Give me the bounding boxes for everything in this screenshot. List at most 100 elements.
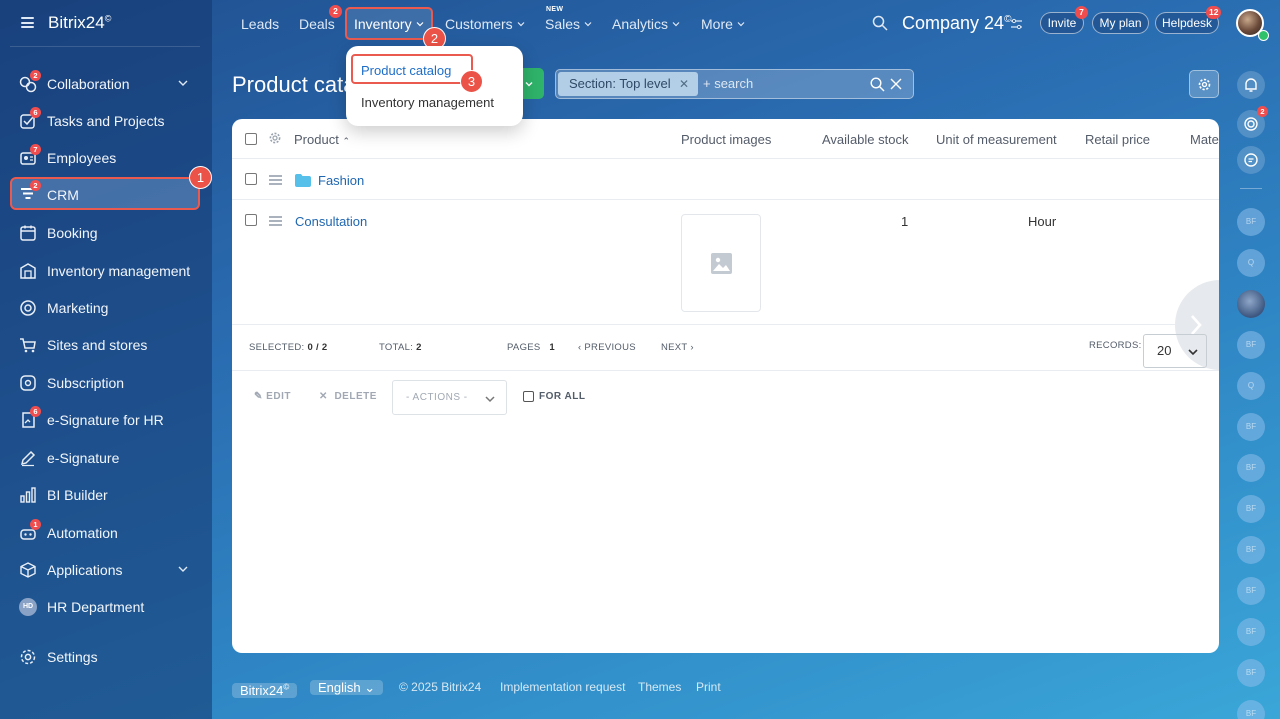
bell-icon[interactable] [1237,71,1265,99]
topnav-more[interactable]: More [701,16,745,32]
edit-button[interactable]: ✎ EDIT [254,391,291,402]
contact-avatar[interactable]: BF [1237,208,1265,236]
settings-button[interactable] [1189,70,1219,98]
sidebar-item-e-signature[interactable]: e-Signature [10,441,200,474]
product-image-placeholder[interactable] [681,214,761,312]
table-row[interactable]: Fashion [232,159,1219,200]
sliders-icon[interactable] [1010,18,1023,30]
select-all-checkbox[interactable] [245,133,257,145]
previous-page-button[interactable]: ‹ PREVIOUS [578,342,636,353]
contact-avatar[interactable]: BF [1237,659,1265,687]
sidebar-item-tasks[interactable]: 6 Tasks and Projects [10,104,200,137]
for-all-label[interactable]: FOR ALL [539,391,585,402]
contact-avatar[interactable]: BF [1237,495,1265,523]
sidebar-item-bi-builder[interactable]: BI Builder [10,478,200,511]
close-icon[interactable]: ✕ [679,72,689,96]
column-header-product-images[interactable]: Product images [681,132,771,147]
column-header-retail-price[interactable]: Retail price [1085,132,1150,147]
table-row[interactable]: Consultation 1 Hour [232,200,1219,370]
delete-button[interactable]: ✕ DELETE [319,391,377,402]
topnav-analytics[interactable]: Analytics [612,16,680,32]
step-marker-3: 3 [460,70,483,93]
contact-avatar[interactable] [1237,290,1265,318]
available-stock-value: 1 [901,214,909,229]
sidebar-item-subscription[interactable]: Subscription [10,366,200,399]
themes-link[interactable]: Themes [638,676,681,699]
sidebar-item-e-signature-hr[interactable]: 6 e-Signature for HR [10,403,200,436]
menu-item-product-catalog[interactable]: Product catalog [361,63,451,78]
chat-icon[interactable] [1237,146,1265,174]
sidebar-item-label: HR Department [47,599,145,615]
gear-icon [1198,78,1211,91]
search-icon[interactable] [872,15,888,31]
sidebar-item-label: Sites and stores [47,337,148,353]
row-checkbox[interactable] [245,173,257,185]
contact-avatar[interactable]: Q [1237,249,1265,277]
sidebar-item-settings[interactable]: Settings [10,640,200,673]
topnav-customers[interactable]: Customers [445,16,525,32]
sidebar-item-collaboration[interactable]: 2 Collaboration [10,67,200,100]
selected-count: SELECTED: 0 / 2 [249,342,328,353]
topnav-deals[interactable]: Deals [299,16,335,32]
records-per-page-select[interactable]: 20 [1143,334,1207,368]
sidebar-item-inventory-management[interactable]: Inventory management [10,254,200,287]
contact-avatar[interactable]: BF [1237,577,1265,605]
sidebar-item-label: e-Signature [47,450,120,466]
warehouse-icon [20,263,36,279]
contact-avatar[interactable]: BF [1237,618,1265,646]
column-header-unit[interactable]: Unit of measurement [936,132,1057,147]
notification-badge: 7 [1075,6,1088,19]
chevron-down-icon[interactable] [176,562,190,576]
for-all-checkbox[interactable] [523,391,534,402]
print-link[interactable]: Print [696,676,721,699]
topnav-leads[interactable]: Leads [241,16,279,32]
row-menu-icon[interactable] [269,216,282,226]
filter-search-bar[interactable]: Section: Top level ✕ + search [555,69,914,99]
search-input[interactable]: + search [703,76,753,91]
my-plan-button[interactable]: My plan [1092,12,1149,34]
column-header-product[interactable]: Product ⌃ [294,132,350,147]
column-header-available-stock[interactable]: Available stock [822,132,908,147]
total-count: TOTAL: 2 [379,342,422,353]
contact-avatar[interactable]: BF [1237,413,1265,441]
column-header-truncated[interactable]: Mate [1190,132,1219,147]
contact-avatar[interactable]: BF [1237,331,1265,359]
sidebar-item-crm[interactable]: 2 CRM [10,177,200,210]
language-select[interactable]: English ⌄ [310,676,384,699]
sidebar-item-hr-department[interactable]: HD HR Department [10,590,200,623]
right-rail: 2 BF Q BF Q BF BF BF BF BF BF BF BF [1230,48,1280,719]
sidebar-item-marketing[interactable]: Marketing [10,291,200,324]
row-menu-icon[interactable] [269,175,282,185]
actions-select[interactable]: - ACTIONS - [392,380,507,415]
sidebar-item-booking[interactable]: Booking [10,216,200,249]
clear-icon[interactable] [890,78,902,90]
company-name[interactable]: Company 24© [902,13,1011,34]
menu-item-inventory-management[interactable]: Inventory management [361,95,494,110]
search-icon[interactable] [870,77,885,92]
sidebar: Bitrix24© 2 Collaboration 6 Tasks and Pr… [0,0,212,719]
next-page-button[interactable]: NEXT › [661,342,694,353]
sidebar-item-sites-and-stores[interactable]: Sites and stores [10,328,200,361]
brand-logo[interactable]: Bitrix24© [48,13,111,33]
chevron-down-icon[interactable] [176,76,190,90]
sidebar-item-applications[interactable]: Applications [10,553,200,586]
chevron-down-icon: ⌄ [364,680,376,695]
product-name[interactable]: Consultation [295,214,367,229]
topnav-inventory[interactable]: Inventory [354,16,424,32]
sidebar-item-automation[interactable]: 1 Automation [10,516,200,549]
contact-avatar[interactable]: BF [1237,454,1265,482]
sidebar-item-employees[interactable]: 7 Employees [10,141,200,174]
implementation-request-link[interactable]: Implementation request [500,676,625,699]
contact-avatar[interactable]: BF [1237,536,1265,564]
chevron-down-icon [1188,349,1198,356]
row-checkbox[interactable] [245,214,257,226]
section-name[interactable]: Fashion [318,173,364,188]
filter-chip[interactable]: Section: Top level ✕ [558,72,698,96]
contact-avatar[interactable]: BF [1237,700,1265,719]
contact-avatar[interactable]: Q [1237,372,1265,400]
product-grid: Product ⌃ Product images Available stock… [232,119,1219,653]
topnav-sales[interactable]: Sales [545,16,592,32]
menu-icon[interactable] [21,17,34,28]
gear-icon[interactable] [269,132,281,144]
footer-brand-button[interactable]: Bitrix24© [232,676,298,699]
